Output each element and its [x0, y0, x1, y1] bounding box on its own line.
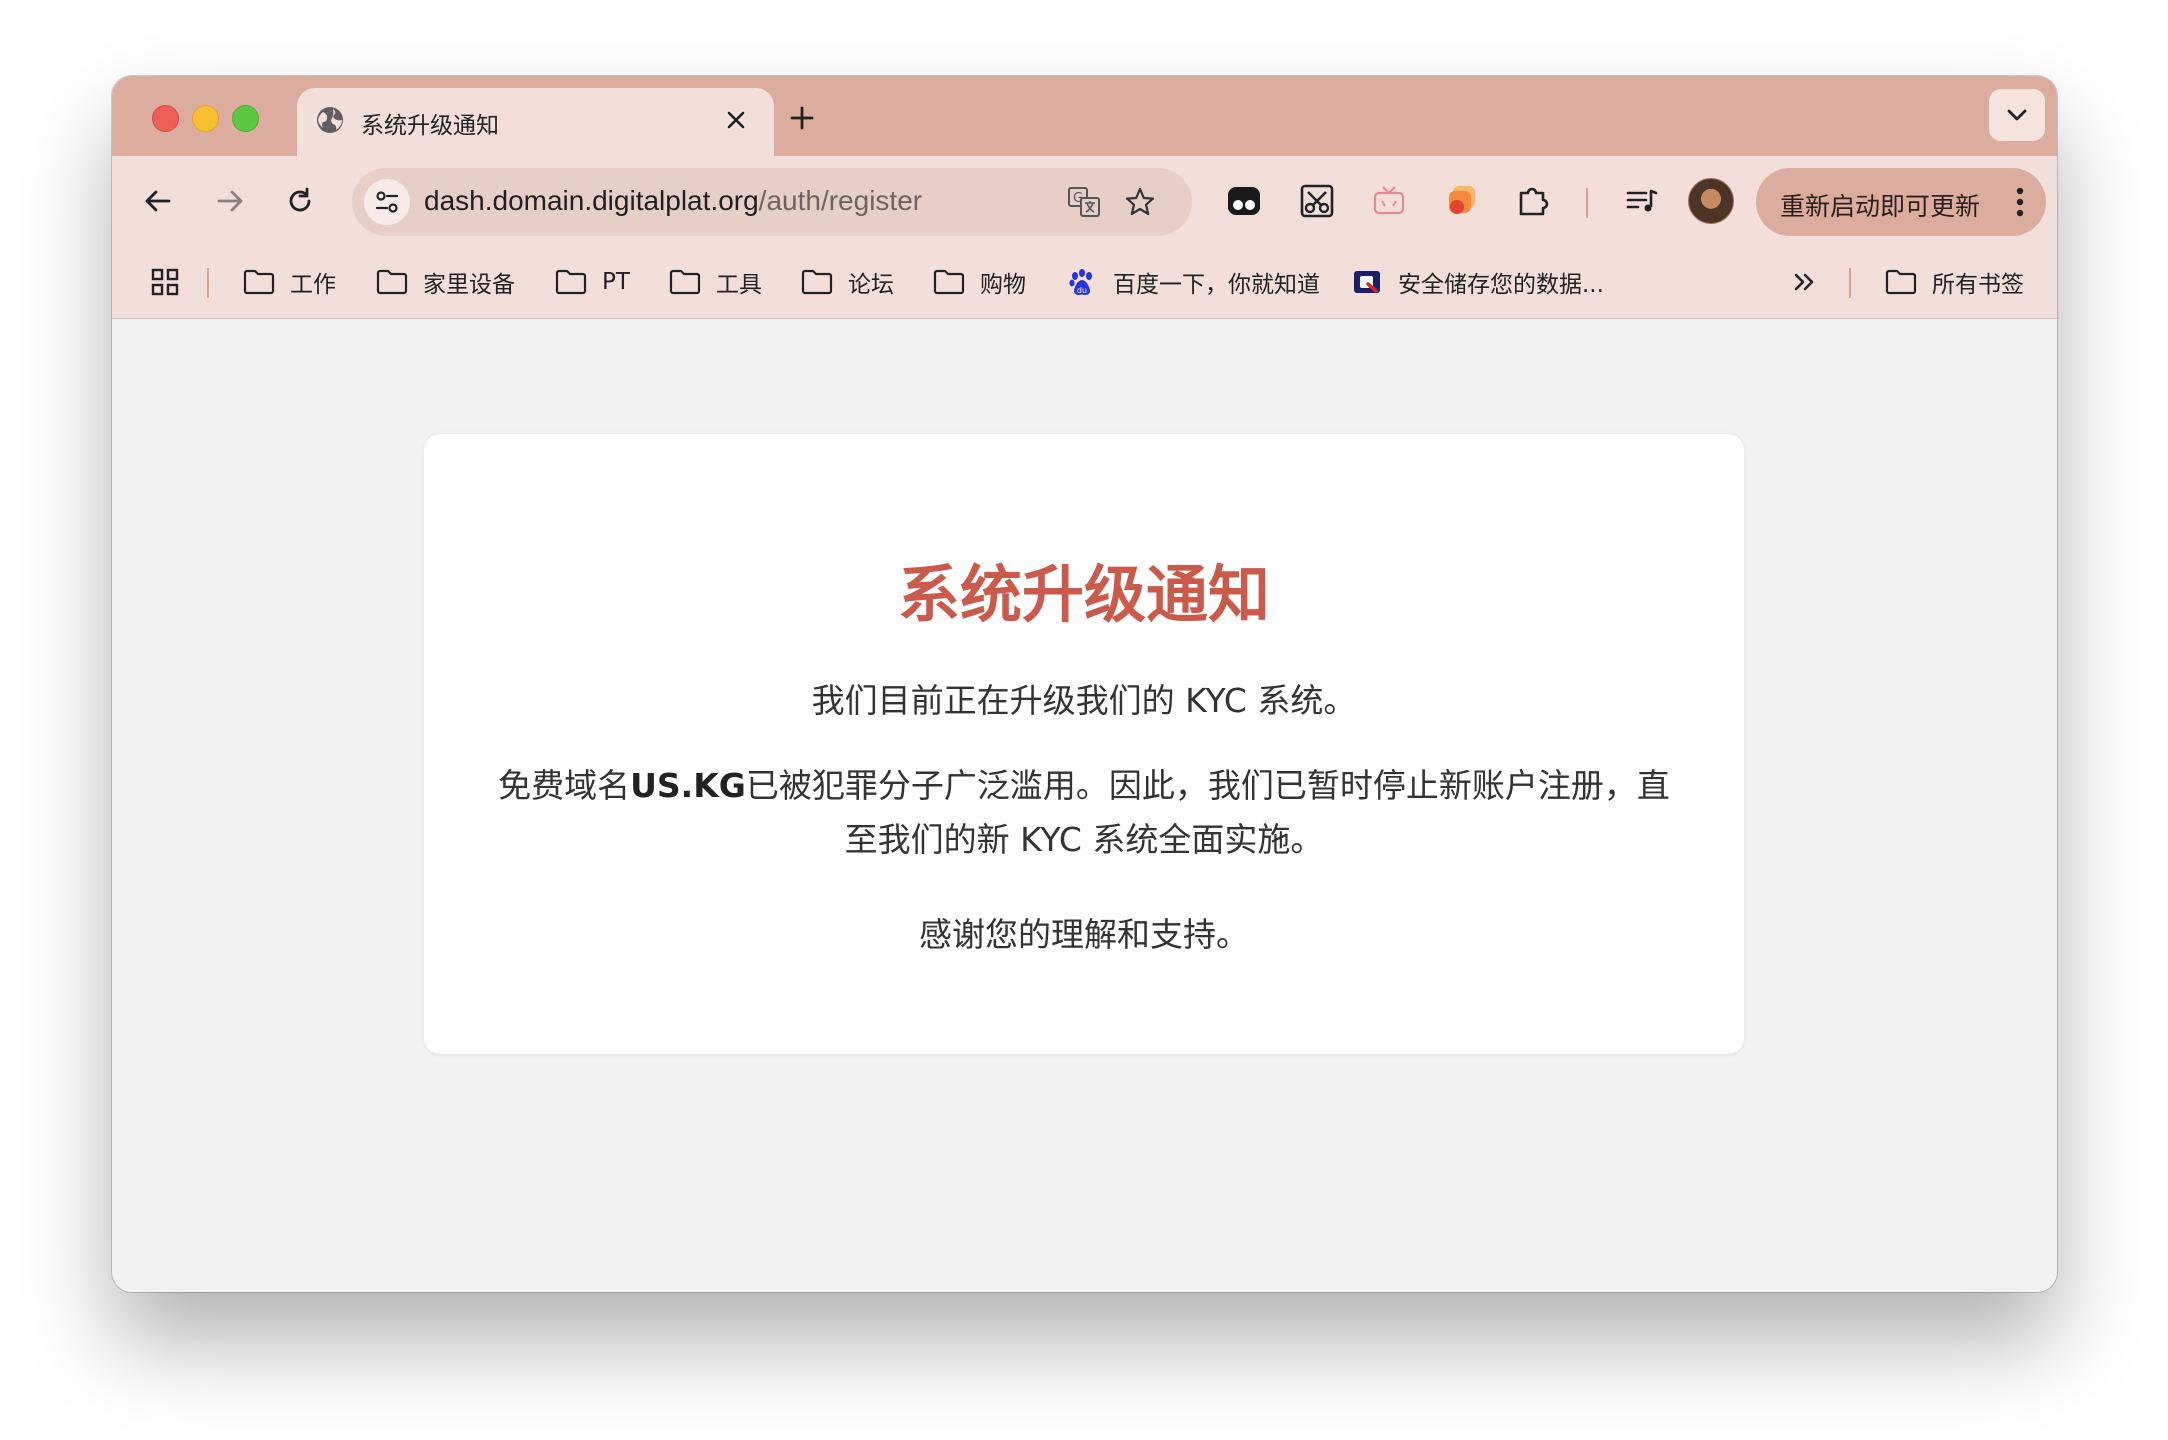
bookmark-folder-work[interactable]: 工作	[242, 264, 336, 300]
toolbar-divider	[1586, 188, 1588, 218]
extension-tv-icon[interactable]	[1365, 177, 1413, 225]
url-text[interactable]: dash.domain.digitalplat.org/auth/registe…	[424, 185, 922, 217]
notice-line-kyc: 我们目前正在升级我们的 KYC 系统。	[811, 681, 1357, 720]
new-tab-button[interactable]	[782, 98, 822, 138]
extension-orange-icon[interactable]	[1437, 177, 1485, 225]
site-favicon	[1350, 268, 1384, 296]
maximize-window-button[interactable]	[232, 105, 259, 132]
bookmark-folder-shopping[interactable]: 购物	[932, 264, 1026, 300]
bookmark-label: 百度一下，你就知道	[1113, 272, 1320, 298]
address-bar[interactable]: dash.domain.digitalplat.org/auth/registe…	[352, 168, 1192, 236]
bookmark-secure-storage[interactable]: 安全储存您的数据...	[1350, 264, 1604, 300]
folder-icon	[800, 268, 834, 296]
bookmark-folder-pt[interactable]: PT	[554, 264, 630, 300]
tab-title: 系统升级通知	[361, 113, 499, 139]
notice-domain-name: US.KG	[630, 766, 746, 805]
active-tab[interactable]: 系统升级通知	[297, 88, 774, 156]
translate-icon[interactable]: G	[1064, 182, 1104, 222]
notice-line-thanks: 感谢您的理解和支持。	[919, 915, 1249, 954]
all-bookmarks-button[interactable]: 所有书签	[1884, 264, 2024, 300]
bookmarks-bar: 工作 家里设备 PT 工具 论坛 购物 du 百度一下，你就知道 安全储存您的数…	[112, 246, 2057, 319]
bookmarks-divider	[207, 268, 209, 298]
arrow-right-icon	[217, 190, 243, 212]
extension-scissors-icon[interactable]	[1293, 177, 1341, 225]
bookmark-label: PT	[602, 269, 630, 295]
bookmark-folder-forum[interactable]: 论坛	[800, 264, 894, 300]
bookmark-label: 安全储存您的数据...	[1398, 272, 1604, 298]
profile-avatar[interactable]	[1688, 178, 1734, 224]
reload-icon	[289, 187, 311, 212]
more-vert-icon[interactable]	[2016, 186, 2024, 218]
bookmark-label: 工作	[290, 272, 336, 298]
browser-window: 系统升级通知 dash.domain.digitalplat.org/auth/…	[112, 76, 2057, 1292]
update-button[interactable]: 重新启动即可更新	[1756, 168, 2046, 236]
update-label: 重新启动即可更新	[1780, 192, 1981, 221]
notice-card: 系统升级通知 我们目前正在升级我们的 KYC 系统。 免费域名US.KG已被犯罪…	[424, 434, 1744, 1054]
url-path: /auth/register	[758, 185, 923, 216]
folder-icon	[1884, 268, 1918, 296]
minimize-window-button[interactable]	[192, 105, 219, 132]
media-queue-icon[interactable]	[1618, 177, 1666, 225]
all-bookmarks-label: 所有书签	[1932, 272, 2024, 298]
notice-line-abuse: 免费域名US.KG已被犯罪分子广泛滥用。因此，我们已暂时停止新账户注册，直至我们…	[494, 759, 1674, 867]
notice-abuse-text: 已被犯罪分子广泛滥用。因此，我们已暂时停止新账户注册，直至我们的新 KYC 系统…	[745, 766, 1670, 859]
bookmark-label: 家里设备	[423, 272, 515, 298]
star-icon[interactable]	[1120, 182, 1160, 222]
page-content: 系统升级通知 我们目前正在升级我们的 KYC 系统。 免费域名US.KG已被犯罪…	[112, 319, 2057, 1292]
tune-icon	[375, 191, 399, 213]
bookmark-folder-tools[interactable]: 工具	[668, 264, 762, 300]
globe-icon	[314, 104, 346, 136]
extension-glasses-icon[interactable]	[1220, 177, 1268, 225]
folder-icon	[554, 268, 588, 296]
notice-abuse-prefix: 免费域名	[498, 766, 631, 805]
reload-button[interactable]	[272, 173, 328, 229]
back-button[interactable]	[130, 173, 186, 229]
bookmark-label: 购物	[980, 272, 1026, 298]
apps-button[interactable]	[148, 264, 196, 300]
toolbar: dash.domain.digitalplat.org/auth/registe…	[112, 156, 2057, 246]
site-info-button[interactable]	[364, 179, 410, 225]
baidu-icon: du	[1065, 268, 1099, 296]
close-window-button[interactable]	[152, 105, 179, 132]
chevron-down-icon	[2007, 109, 2027, 121]
chevron-double-right-icon	[1794, 273, 1814, 291]
url-host: dash.domain.digitalplat.org	[424, 185, 759, 216]
bookmark-baidu[interactable]: du 百度一下，你就知道	[1065, 264, 1320, 300]
bookmark-label: 工具	[716, 272, 762, 298]
folder-icon	[668, 268, 702, 296]
bookmarks-overflow-button[interactable]	[1792, 264, 1818, 300]
apps-grid-icon	[148, 268, 182, 296]
tab-search-button[interactable]	[1989, 89, 2045, 141]
bookmark-folder-home-devices[interactable]: 家里设备	[375, 264, 515, 300]
extensions-puzzle-icon[interactable]	[1509, 177, 1557, 225]
svg-text:du: du	[1077, 286, 1087, 295]
forward-button[interactable]	[202, 173, 258, 229]
tab-strip: 系统升级通知	[112, 76, 2057, 156]
folder-icon	[242, 268, 276, 296]
folder-icon	[932, 268, 966, 296]
folder-icon	[375, 268, 409, 296]
arrow-left-icon	[145, 190, 171, 212]
bookmark-label: 论坛	[848, 272, 894, 298]
tab-close-icon[interactable]	[718, 102, 754, 138]
notice-heading: 系统升级通知	[897, 558, 1270, 631]
bookmarks-divider	[1849, 268, 1851, 298]
